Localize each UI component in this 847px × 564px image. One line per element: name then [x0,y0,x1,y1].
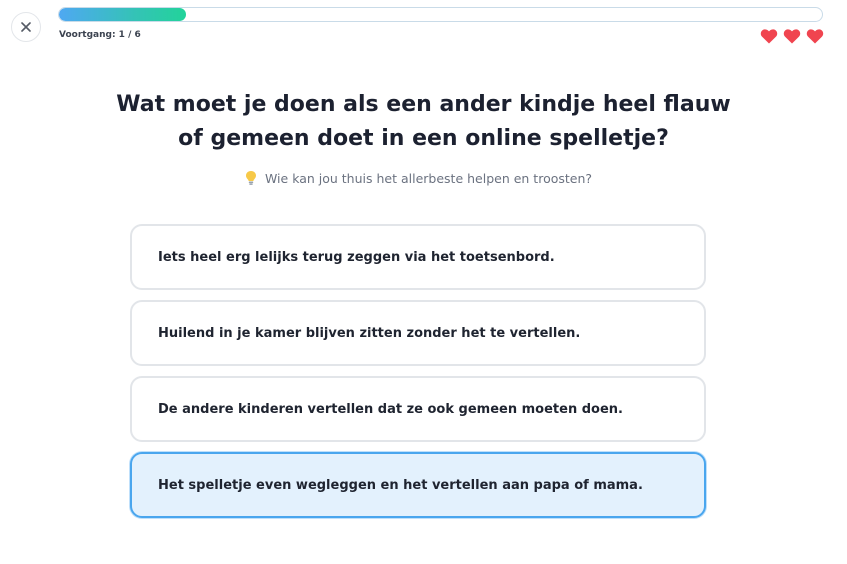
answer-option-label: Iets heel erg lelijks terug zeggen via h… [158,249,555,265]
progress-label: Voortgang: 1 / 6 [59,30,141,40]
answer-option-label: Huilend in je kamer blijven zitten zonde… [158,325,581,341]
progress-fill [59,8,187,21]
progress-bar [58,7,823,22]
answer-option[interactable]: Huilend in je kamer blijven zitten zonde… [130,300,706,366]
hint-text: Wie kan jou thuis het allerbeste helpen … [264,170,593,186]
answer-option-label: De andere kinderen vertellen dat ze ook … [158,401,623,417]
answer-option[interactable]: De andere kinderen vertellen dat ze ook … [130,376,706,442]
hint: Wie kan jou thuis het allerbeste helpen … [160,170,677,186]
answer-option[interactable]: Het spelletje even wegleggen en het vert… [130,452,706,518]
close-icon [21,22,31,32]
answer-option-label: Het spelletje even wegleggen en het vert… [158,477,643,493]
lightbulb-icon [245,171,256,185]
question-text: Wat moet je doen als een ander kindje he… [116,92,731,151]
heart-icon [760,29,778,44]
answer-options: Iets heel erg lelijks terug zeggen via h… [130,224,706,528]
close-button[interactable] [11,12,41,42]
lives [760,28,824,44]
heart-icon [806,29,824,44]
answer-option[interactable]: Iets heel erg lelijks terug zeggen via h… [130,224,706,290]
heart-icon [783,29,801,44]
